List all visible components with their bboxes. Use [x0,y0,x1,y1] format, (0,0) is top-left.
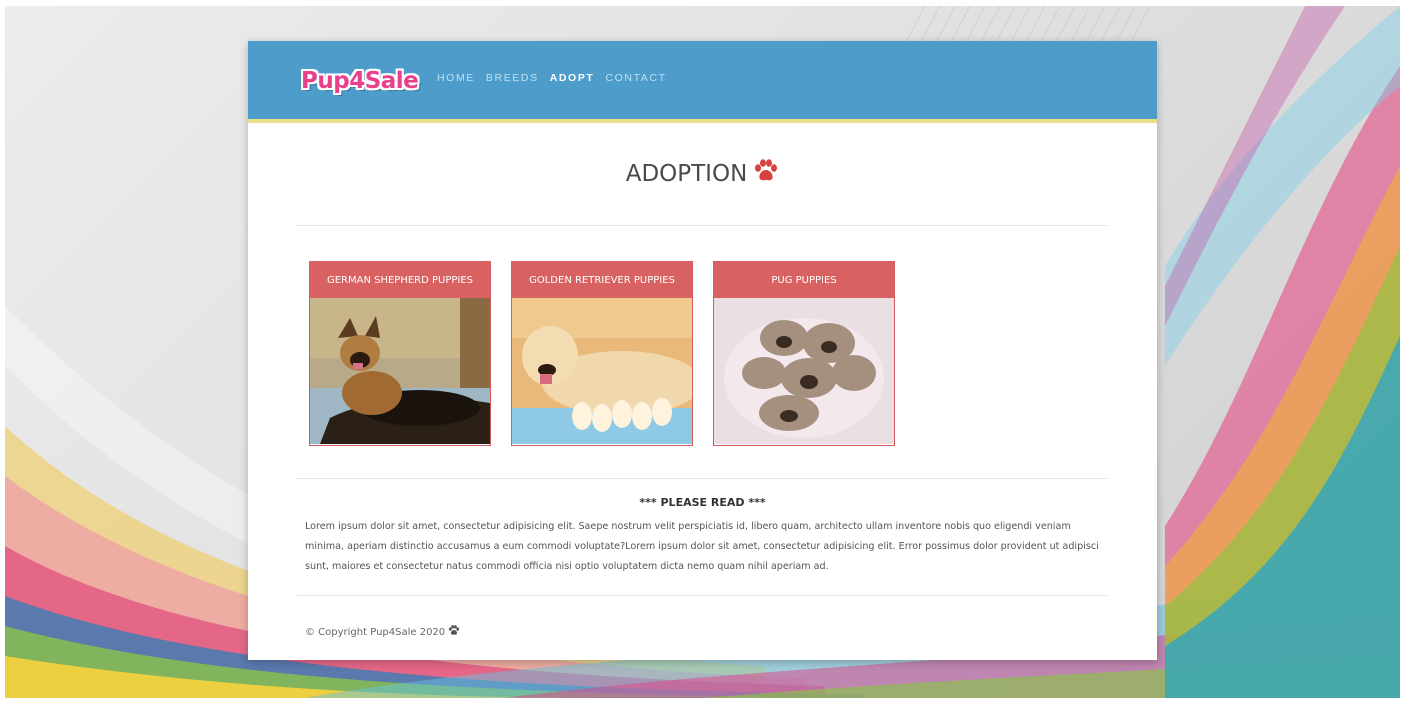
notice-body: Lorem ipsum dolor sit amet, consectetur … [305,521,1099,572]
nav-breeds-link[interactable]: BREEDS [486,72,539,84]
divider [297,595,1107,596]
notice-title: *** PLEASE READ *** [639,496,766,509]
main-container: Pup4Sale HOME BREEDS ADOPT CONTACT ADOPT… [248,41,1157,660]
nav-home-link[interactable]: HOME [437,72,475,84]
nav-contact-link[interactable]: CONTACT [605,72,666,84]
nav-adopt-link[interactable]: ADOPT [550,72,595,84]
german-shepherd-image [310,298,490,444]
divider [297,478,1107,479]
paw-icon [448,625,460,639]
divider [297,225,1107,226]
brand-logo[interactable]: Pup4Sale [301,63,419,99]
footer-copyright: © Copyright Pup4Sale 2020 [305,626,446,638]
card-german-shepherd[interactable]: GERMAN SHEPHERD PUPPIES [309,261,491,446]
golden-retriever-image [512,298,692,444]
card-title: PUG PUPPIES [714,262,894,298]
card-title: GERMAN SHEPHERD PUPPIES [310,262,490,298]
main-nav: HOME BREEDS ADOPT CONTACT [437,72,667,84]
paw-icon [753,159,779,189]
footer: © Copyright Pup4Sale 2020 [305,625,460,639]
card-title: GOLDEN RETRIEVER PUPPIES [512,262,692,298]
pug-puppies-image [714,298,894,444]
card-pug[interactable]: PUG PUPPIES [713,261,895,446]
card-golden-retriever[interactable]: GOLDEN RETRIEVER PUPPIES [511,261,693,446]
navbar: Pup4Sale HOME BREEDS ADOPT CONTACT [248,41,1157,123]
page-title: ADOPTION [625,161,748,187]
page-title-row: ADOPTION [248,159,1157,189]
